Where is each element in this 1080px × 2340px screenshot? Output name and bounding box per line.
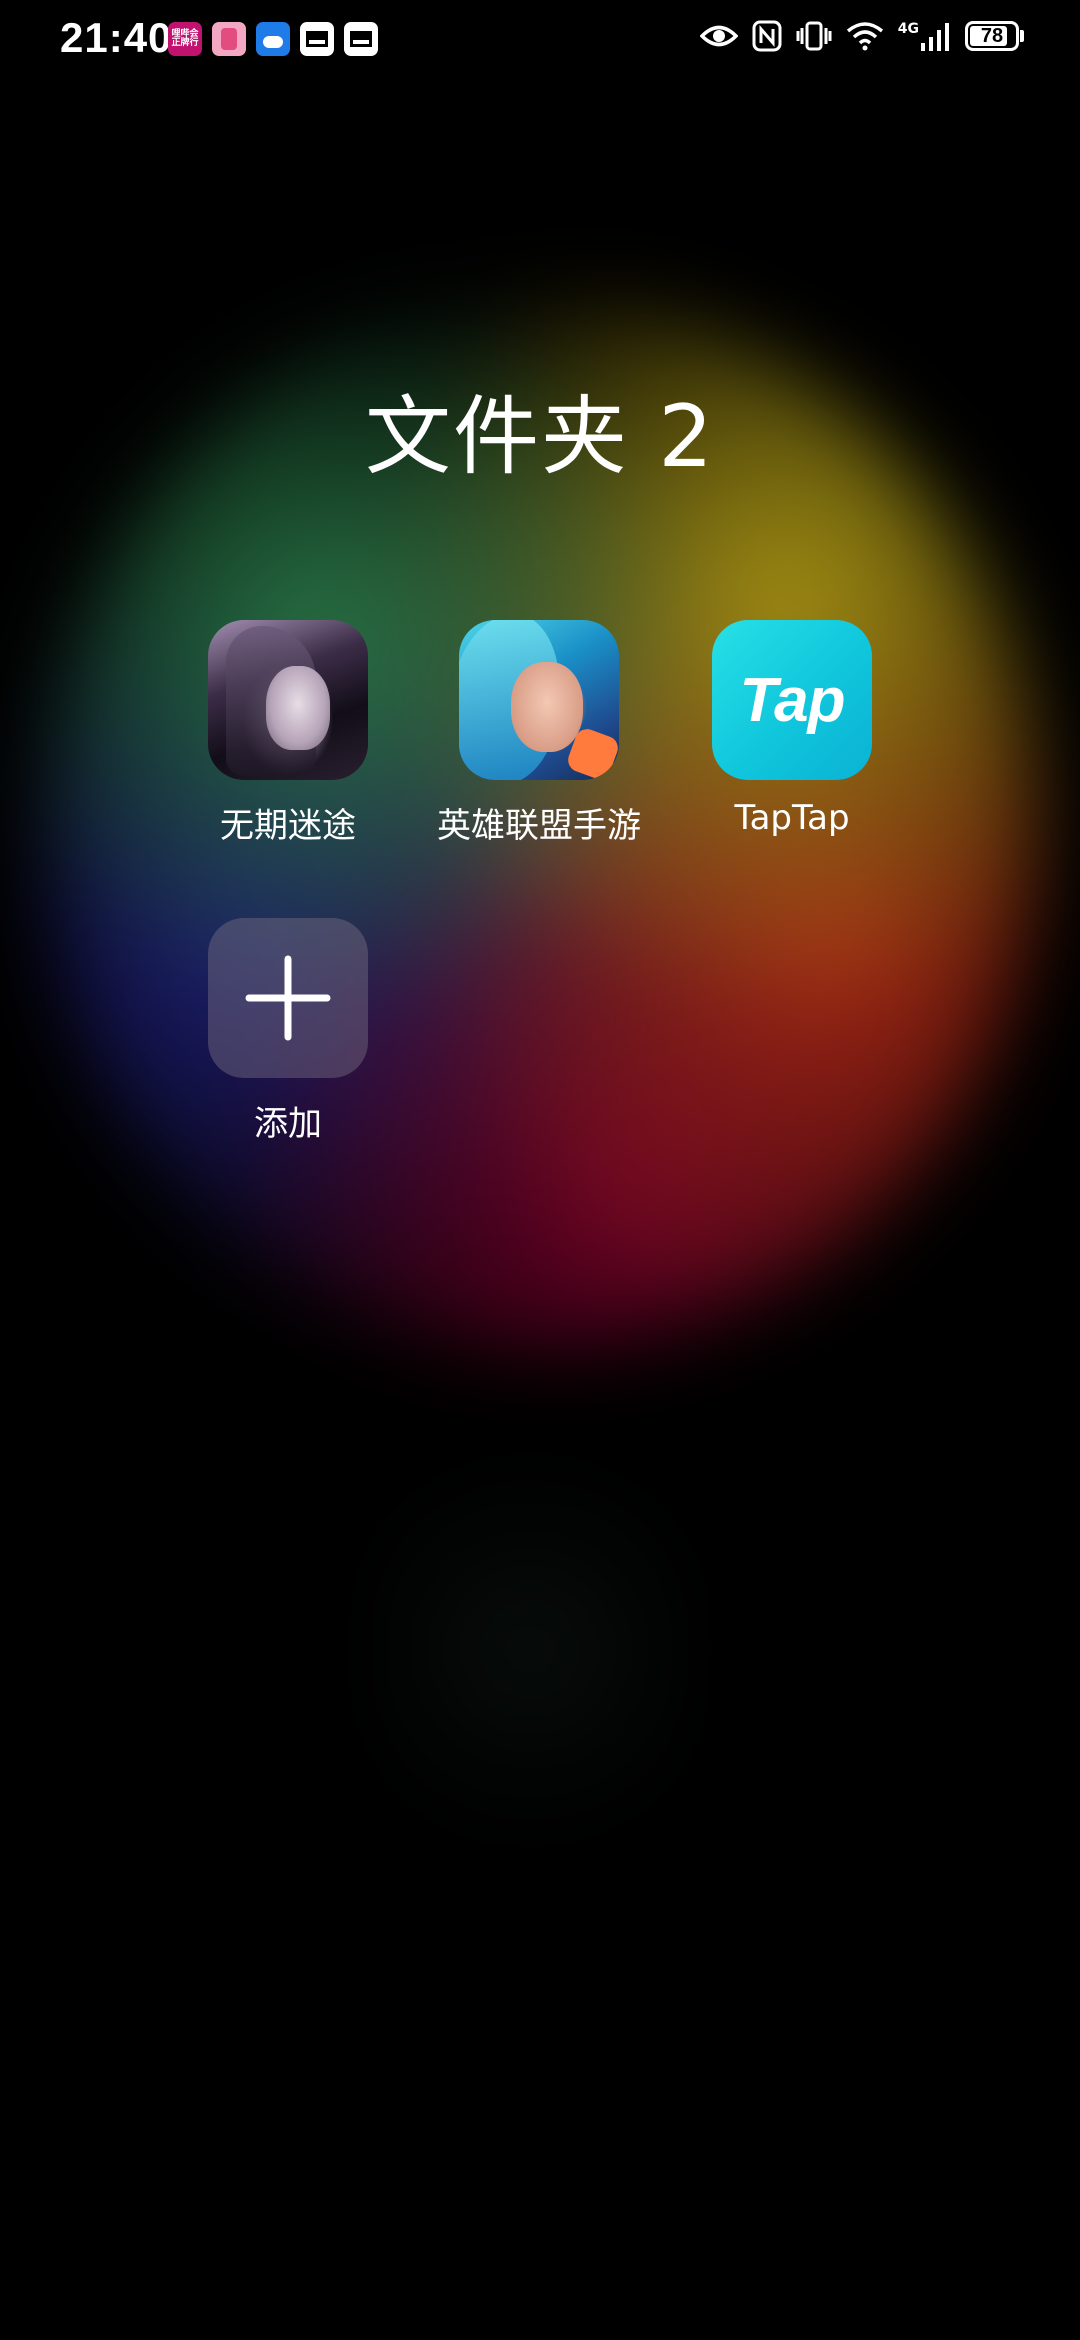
taptap-logo-text: Tap	[739, 665, 846, 735]
wuqi-mitu-app-icon[interactable]	[208, 620, 368, 780]
battery-body: 78	[965, 21, 1019, 51]
app-label: TapTap	[734, 798, 850, 838]
status-time: 21:40	[60, 14, 173, 61]
notification-badge-text: 哩哔会 正牌行	[171, 29, 199, 48]
battery-icon: 78	[965, 21, 1024, 51]
battery-level: 78	[980, 24, 1004, 47]
signal-bars-icon	[921, 23, 949, 51]
message-icon	[344, 22, 378, 56]
notification-icons: 哩哔会 正牌行	[168, 22, 378, 56]
app-league-of-legends[interactable]: 英雄联盟手游	[414, 620, 664, 847]
add-app-button[interactable]: 添加	[163, 918, 413, 1145]
app-notification-icon	[212, 22, 246, 56]
status-bar: 21:40 哩哔会 正牌行 4G 78	[0, 0, 1080, 84]
network-type-label: 4G	[897, 21, 919, 37]
app-label: 英雄联盟手游	[437, 806, 641, 846]
wifi-icon	[846, 22, 883, 51]
app-label: 无期迷途	[220, 806, 356, 846]
vibrate-icon	[796, 21, 832, 51]
signal-4g-icon: 4G	[898, 21, 951, 51]
folder-title[interactable]: 文件夹 2	[0, 366, 1080, 491]
eye-comfort-icon	[699, 25, 738, 47]
league-of-legends-app-icon[interactable]	[459, 620, 619, 780]
app-wuqi-mitu[interactable]: 无期迷途	[163, 620, 413, 847]
message-icon	[300, 22, 334, 56]
plus-icon	[245, 955, 331, 1041]
app-label: 添加	[254, 1104, 322, 1144]
app-notification-icon: 哩哔会 正牌行	[168, 22, 202, 56]
system-icons: 4G 78	[699, 20, 1024, 52]
nfc-icon	[752, 20, 782, 52]
home-screen-folder-view: 21:40 哩哔会 正牌行 4G 78 文件夹 2 无期迷途 英雄联盟手游 Ta…	[0, 0, 1080, 2340]
weather-icon	[256, 22, 290, 56]
app-taptap[interactable]: Tap TapTap	[667, 620, 917, 838]
add-tile[interactable]	[208, 918, 368, 1078]
wallpaper-dim-glow	[380, 1420, 680, 1880]
taptap-app-icon[interactable]: Tap	[712, 620, 872, 780]
